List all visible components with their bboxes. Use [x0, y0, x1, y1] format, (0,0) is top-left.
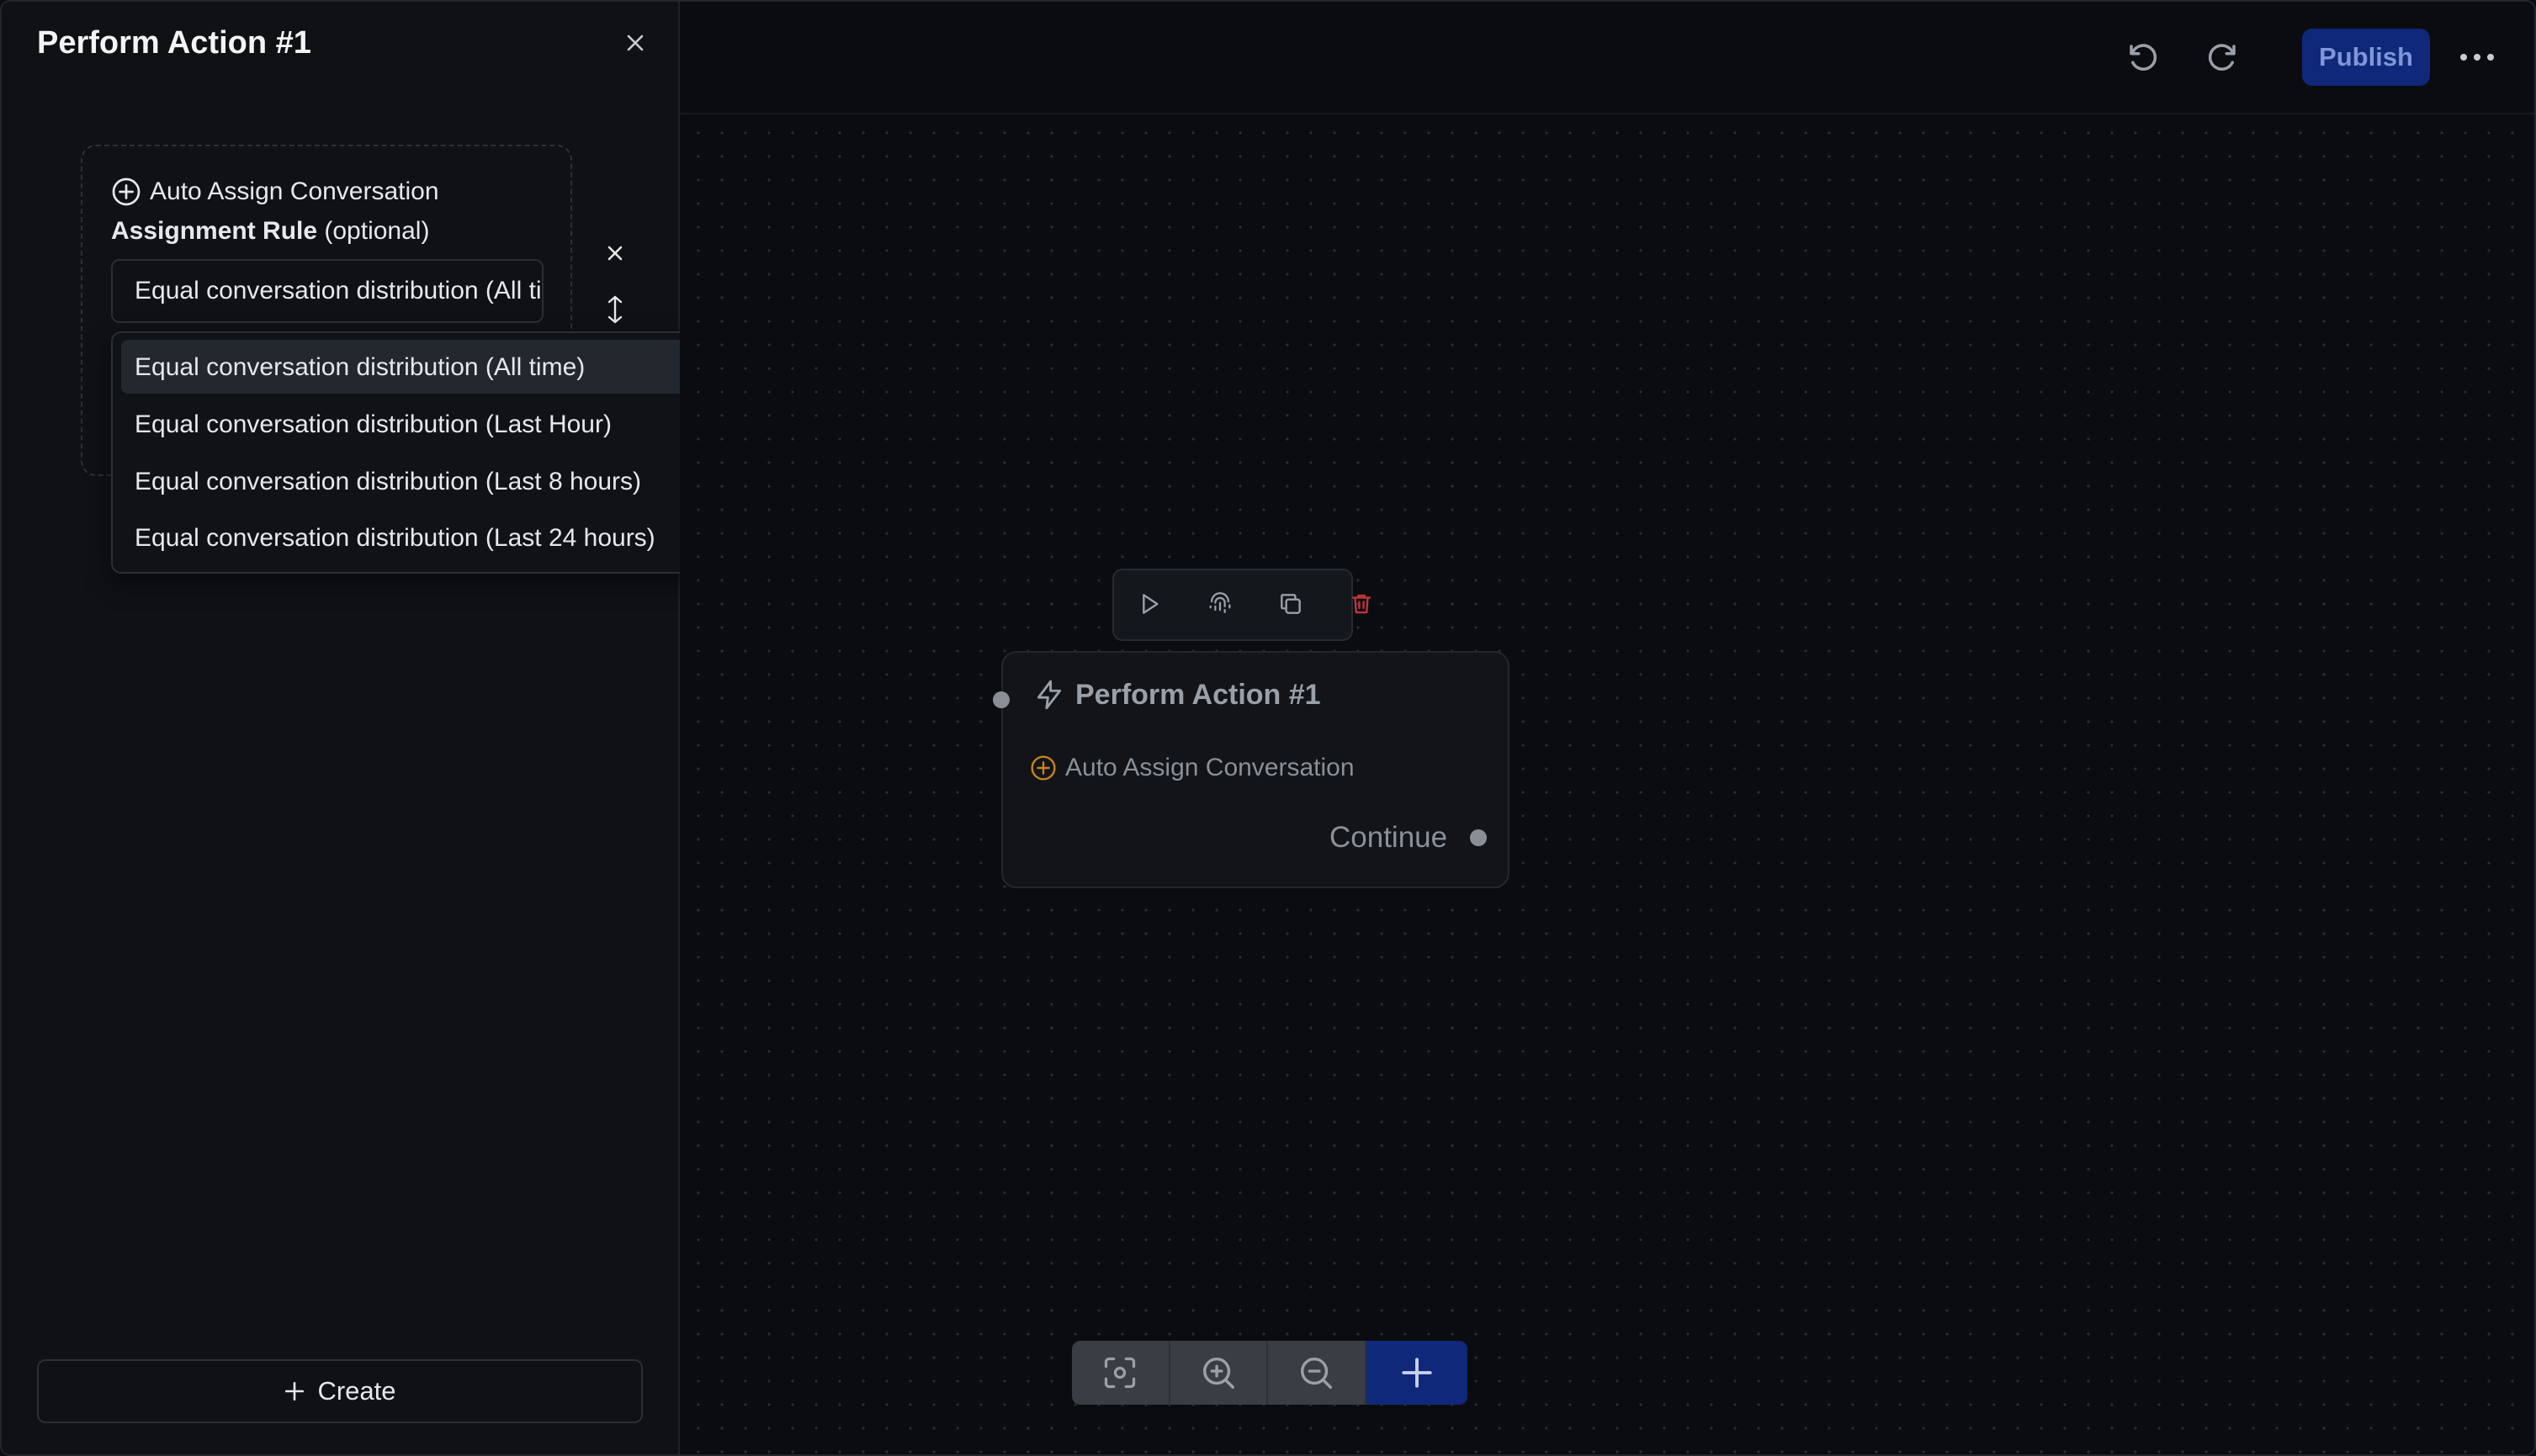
close-panel-button[interactable] — [621, 29, 650, 57]
dropdown-option[interactable]: Equal conversation distribution (All tim… — [121, 340, 735, 394]
zoom-out-button[interactable] — [1268, 1341, 1366, 1405]
node-output-handle[interactable] — [1470, 829, 1487, 846]
redo-icon — [2208, 44, 2236, 71]
dropdown-option-label: Equal conversation distribution (Last 24… — [135, 524, 655, 552]
more-horizontal-icon — [2460, 54, 2494, 61]
dropdown-option[interactable]: Equal conversation distribution (Last 24… — [121, 511, 735, 564]
remove-action-button[interactable] — [599, 237, 631, 269]
dropdown-option-label: Equal conversation distribution (All tim… — [135, 353, 586, 381]
node-id-button[interactable] — [1203, 587, 1237, 621]
vertical-arrows-icon — [607, 295, 623, 324]
assignment-rule-label: Assignment Rule (optional) — [111, 217, 429, 246]
create-button[interactable]: Create — [37, 1359, 643, 1423]
assignment-rule-dropdown: Equal conversation distribution (All tim… — [111, 331, 745, 574]
panel-title: Perform Action #1 — [37, 25, 311, 61]
close-icon — [627, 34, 644, 51]
node-action-text: Auto Assign Conversation — [1065, 754, 1355, 781]
lightning-icon — [1037, 680, 1062, 710]
node-toolbar — [1112, 569, 1371, 641]
undo-icon — [2130, 44, 2157, 71]
node-title: Perform Action #1 — [1033, 678, 1321, 712]
zoom-controls — [1072, 1341, 1467, 1405]
plus-circle-icon — [112, 177, 141, 206]
publish-button[interactable]: Publish — [2302, 29, 2430, 86]
zoom-in-button[interactable] — [1170, 1341, 1269, 1405]
dropdown-option-label: Equal conversation distribution (Last 8 … — [135, 468, 641, 495]
assignment-rule-select-value: Equal conversation distribution (All tim… — [135, 277, 544, 304]
close-icon — [607, 246, 623, 261]
action-panel: Perform Action #1 Auto Assign Conversati… — [2, 2, 745, 1454]
dropdown-option[interactable]: Equal conversation distribution (Last 8 … — [121, 454, 735, 508]
undo-button[interactable] — [2125, 40, 2161, 76]
assignment-rule-select[interactable]: Equal conversation distribution (All tim… — [111, 259, 544, 323]
app-window: Perform Action #1 Auto Assign Conversati… — [0, 0, 2536, 1456]
delete-node-button[interactable] — [1345, 587, 1378, 621]
node-input-handle[interactable] — [993, 691, 1010, 708]
zoom-in-icon — [1202, 1357, 1234, 1389]
fit-view-button[interactable] — [1072, 1341, 1170, 1405]
play-icon — [1143, 594, 1159, 614]
zoom-out-icon — [1301, 1357, 1333, 1389]
dropdown-option-label: Equal conversation distribution (Last Ho… — [135, 410, 612, 438]
fingerprint-icon — [1209, 592, 1231, 614]
dropdown-option[interactable]: Equal conversation distribution (Last Ho… — [121, 397, 735, 451]
more-options-button[interactable] — [2459, 40, 2496, 74]
canvas-toolbar — [680, 2, 2534, 114]
reorder-handle[interactable] — [599, 291, 631, 328]
run-node-button[interactable] — [1133, 587, 1166, 621]
add-node-button[interactable] — [1366, 1341, 1467, 1405]
plus-icon — [285, 1381, 305, 1401]
duplicate-node-button[interactable] — [1274, 587, 1308, 621]
node-action: Auto Assign Conversation — [1030, 754, 1355, 782]
focus-icon — [1105, 1357, 1136, 1389]
assignment-rule-label-bold: Assignment Rule — [111, 217, 318, 245]
redo-button[interactable] — [2204, 40, 2240, 76]
copy-icon — [1281, 594, 1301, 614]
node-title-text: Perform Action #1 — [1075, 678, 1321, 711]
workflow-canvas[interactable] — [680, 114, 2534, 1454]
action-card-header: Auto Assign Conversation — [111, 177, 439, 207]
action-name: Auto Assign Conversation — [150, 177, 439, 205]
trash-icon — [1351, 594, 1371, 614]
plus-icon — [1402, 1358, 1432, 1388]
create-button-label: Create — [317, 1376, 396, 1406]
assignment-rule-label-suffix: (optional) — [317, 217, 430, 245]
node-output-label: Continue — [1329, 821, 1448, 854]
plus-circle-icon — [1031, 755, 1056, 781]
